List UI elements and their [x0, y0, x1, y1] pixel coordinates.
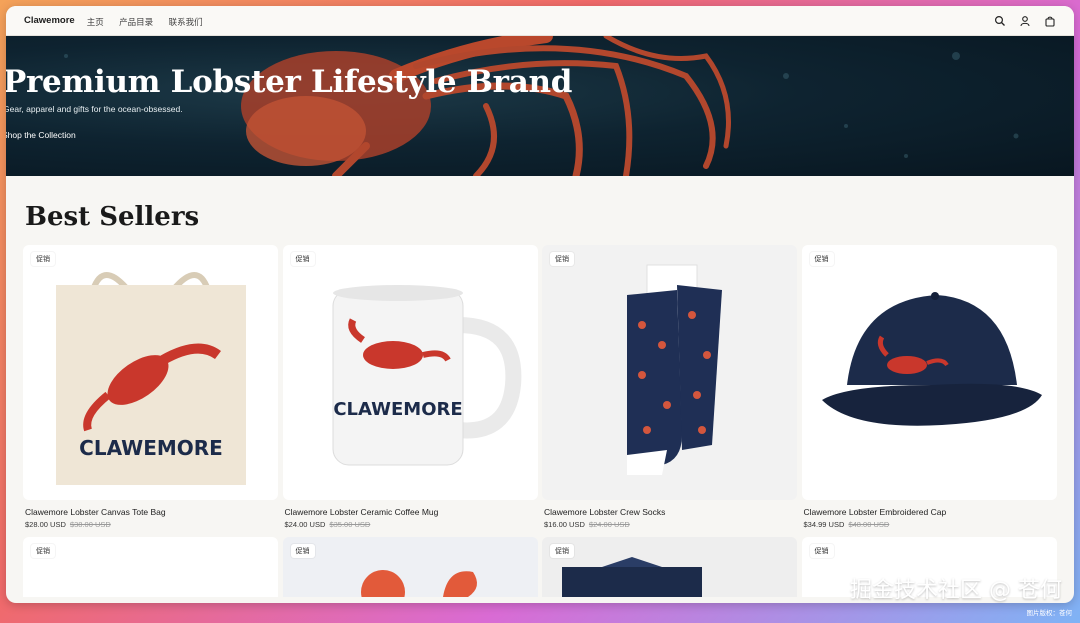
product-image: 促销 CLAWEMORE: [23, 245, 278, 500]
product-title[interactable]: Clawemore Lobster Crew Socks: [544, 507, 797, 517]
product-card[interactable]: 促销: [23, 537, 278, 597]
account-icon[interactable]: [1019, 15, 1031, 27]
gift-box-icon: [562, 557, 702, 597]
sale-badge: 促销: [809, 544, 834, 558]
site-header: Clawemore 主页 产品目录 联系我们: [6, 6, 1074, 36]
main-nav: 主页 产品目录 联系我们: [87, 12, 214, 30]
lobster-sticker-icon: [360, 570, 477, 597]
sale-badge: 促销: [31, 252, 55, 266]
sale-badge: 促销: [290, 252, 315, 266]
brand-logo[interactable]: Clawemore: [24, 15, 75, 26]
product-card[interactable]: 促销 Clawemore Lobster Crew Socks $16.00 U…: [542, 245, 797, 529]
sale-badge: 促销: [290, 544, 315, 558]
sale-badge: 促销: [809, 252, 834, 266]
product-card[interactable]: 促销 CLAWEMORE Clawemore Lobster Canvas To…: [23, 245, 278, 529]
product-card[interactable]: 促销: [282, 537, 538, 597]
product-title[interactable]: Clawemore Lobster Embroidered Cap: [804, 507, 1057, 517]
coffee-mug-icon: CLAWEMORE: [332, 285, 521, 466]
product-image: 促销: [23, 537, 278, 597]
product-title[interactable]: Clawemore Lobster Ceramic Coffee Mug: [285, 507, 538, 517]
nav-home[interactable]: 主页: [87, 17, 104, 27]
shop-collection-link[interactable]: Shop the Collection: [6, 130, 76, 140]
product-image: 促销: [542, 537, 797, 597]
sale-price: $16.00 USD: [544, 520, 585, 529]
compare-price: $48.00 USD: [848, 520, 890, 529]
product-card[interactable]: 促销 CLAWEMORE Clawemore Lobster Ceramic C…: [282, 245, 538, 529]
product-price: $16.00 USD $24.00 USD: [544, 520, 797, 529]
product-price: $28.00 USD $38.00 USD: [25, 520, 278, 529]
tote-bag-icon: CLAWEMORE: [56, 272, 246, 485]
product-image: 促销 CLAWEMORE: [282, 245, 538, 500]
compare-price: $35.00 USD: [329, 520, 371, 529]
compare-price: $38.00 USD: [69, 520, 111, 529]
search-icon[interactable]: [994, 15, 1006, 27]
sale-badge: 促销: [550, 544, 574, 558]
svg-text:CLAWEMORE: CLAWEMORE: [333, 399, 462, 420]
sale-price: $24.00 USD: [284, 520, 326, 529]
header-icons: [994, 15, 1056, 27]
cart-icon[interactable]: [1044, 15, 1056, 27]
image-credit: 图片版权：苍何: [1026, 610, 1073, 617]
nav-contact[interactable]: 联系我们: [169, 17, 203, 27]
product-card[interactable]: 促销 Clawemore Lobster Embroidered Cap $34…: [801, 245, 1057, 529]
product-image: 促销: [801, 245, 1057, 500]
product-grid: 促销 CLAWEMORE Clawemore Lobster Canvas To…: [23, 245, 1060, 597]
svg-text:CLAWEMORE: CLAWEMORE: [79, 436, 223, 460]
section-title: Best Sellers: [25, 202, 200, 232]
sale-price: $34.99 USD: [803, 520, 845, 529]
sale-badge: 促销: [31, 544, 55, 558]
product-card[interactable]: 促销: [542, 537, 797, 597]
watermark-text: 掘金技术社区 @ 苍何: [850, 578, 1062, 603]
product-image: 促销: [542, 245, 797, 500]
product-title[interactable]: Clawemore Lobster Canvas Tote Bag: [25, 507, 278, 517]
hero-banner: Premium Lobster Lifestyle Brand Gear, ap…: [6, 36, 1074, 176]
sale-badge: 促销: [550, 252, 574, 266]
compare-price: $24.00 USD: [588, 520, 630, 529]
product-price: $34.99 USD $48.00 USD: [804, 520, 1057, 529]
nav-catalog[interactable]: 产品目录: [119, 17, 153, 27]
hero-title: Premium Lobster Lifestyle Brand: [6, 64, 573, 100]
product-image: 促销: [282, 537, 538, 597]
crew-socks-icon: [627, 264, 722, 475]
hero-subtitle: Gear, apparel and gifts for the ocean-ob…: [6, 104, 183, 114]
sale-price: $28.00 USD: [25, 520, 66, 529]
cap-icon: [821, 292, 1042, 426]
browser-window: Clawemore 主页 产品目录 联系我们 Premium Lobster L…: [6, 6, 1074, 603]
product-price: $24.00 USD $35.00 USD: [285, 520, 538, 529]
